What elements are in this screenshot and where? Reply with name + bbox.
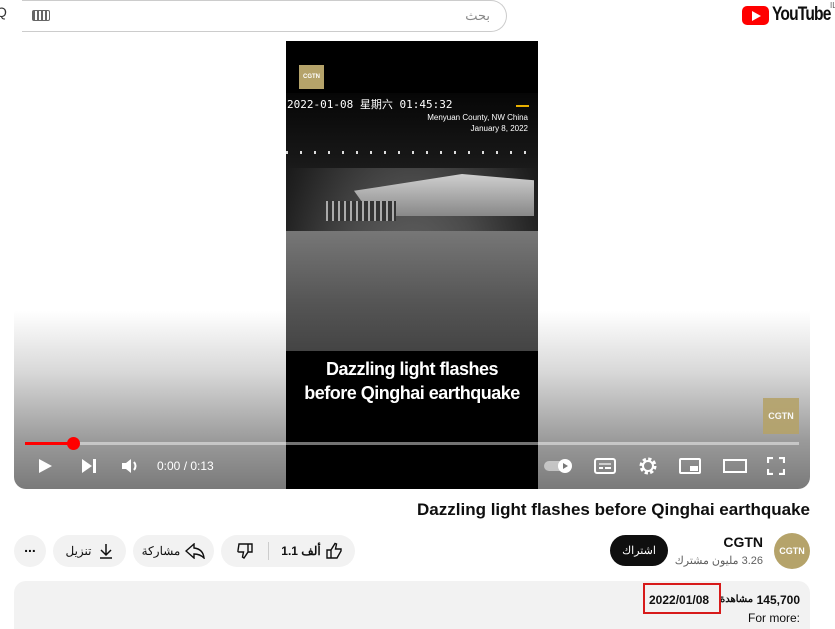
video-horizon-lights — [286, 151, 538, 154]
video-player[interactable]: CGTN 2022-01-08 星期六 01:45:32 Menyuan Cou… — [14, 41, 810, 489]
volume-icon[interactable] — [120, 457, 142, 475]
share-icon — [185, 543, 206, 559]
date-highlight-box — [643, 583, 721, 614]
subscriber-count: 3.26 مليون مشترك — [674, 555, 763, 567]
download-icon — [99, 544, 112, 559]
view-count: 145,700 — [757, 593, 800, 607]
caption-line-2: before Qinghai earthquake — [304, 383, 520, 403]
youtube-logo[interactable]: YouTube IL — [742, 1, 835, 26]
video-timestamp: 2022-01-08 星期六 01:45:32 — [287, 98, 453, 111]
dislike-button[interactable] — [221, 535, 269, 567]
time-display: 0:00 / 0:13 — [157, 459, 214, 473]
download-label: تنزيل — [65, 544, 92, 558]
search-input[interactable]: بحث — [22, 0, 507, 32]
download-button[interactable]: تنزيل — [53, 535, 126, 567]
thumbs-down-icon — [237, 543, 253, 559]
channel-avatar[interactable]: CGTN — [774, 533, 810, 569]
video-frame[interactable]: CGTN 2022-01-08 星期六 01:45:32 Menyuan Cou… — [286, 41, 538, 489]
like-dislike-group: 1.1 ألف — [221, 535, 355, 567]
more-actions-button[interactable]: ... — [14, 535, 46, 567]
next-icon[interactable] — [80, 458, 98, 474]
search-icon[interactable]: Q — [0, 4, 7, 20]
gear-icon[interactable] — [638, 456, 658, 476]
channel-name[interactable]: CGTN — [723, 534, 763, 550]
cgtn-logo: CGTN — [299, 65, 324, 89]
video-location: Menyuan County, NW China January 8, 2022 — [427, 112, 528, 134]
video-marker — [516, 105, 529, 107]
views-number: 145,700 — [756, 593, 800, 607]
views-label: مشاهدة — [720, 594, 754, 605]
progress-fill — [25, 442, 72, 445]
subscribe-button[interactable]: اشتراك — [610, 535, 668, 566]
thumbs-up-icon — [326, 542, 342, 559]
miniplayer-icon[interactable] — [679, 458, 701, 474]
youtube-play-logo-icon — [742, 5, 769, 25]
fullscreen-icon[interactable] — [767, 457, 785, 475]
theater-icon[interactable] — [723, 459, 747, 473]
progress-scrubber[interactable] — [67, 437, 80, 450]
video-caption: Dazzling light flashes before Qinghai ea… — [286, 357, 538, 405]
like-button[interactable]: 1.1 ألف — [269, 535, 355, 567]
like-count: 1.1 ألف — [281, 544, 321, 558]
country-code: IL — [830, 1, 835, 10]
video-ground — [286, 231, 538, 351]
location-line-1: Menyuan County, NW China — [427, 113, 528, 122]
more-actions-label: ... — [24, 539, 36, 555]
share-button[interactable]: مشاركة — [133, 535, 214, 567]
play-icon[interactable] — [36, 457, 54, 475]
subtitles-icon[interactable] — [594, 458, 616, 474]
progress-bar[interactable] — [25, 442, 799, 445]
description-text: For more: — [747, 611, 800, 625]
autoplay-toggle-icon[interactable] — [543, 458, 575, 474]
youtube-wordmark: YouTube — [772, 4, 831, 25]
video-fence — [326, 201, 396, 221]
caption-line-1: Dazzling light flashes — [325, 359, 499, 379]
search-placeholder: بحث — [465, 8, 490, 23]
share-label: مشاركة — [141, 544, 181, 558]
keyboard-icon[interactable] — [32, 10, 50, 21]
cgtn-watermark[interactable]: CGTN — [763, 398, 799, 434]
location-line-2: January 8, 2022 — [470, 124, 528, 133]
video-title: Dazzling light flashes before Qinghai ea… — [417, 500, 810, 519]
